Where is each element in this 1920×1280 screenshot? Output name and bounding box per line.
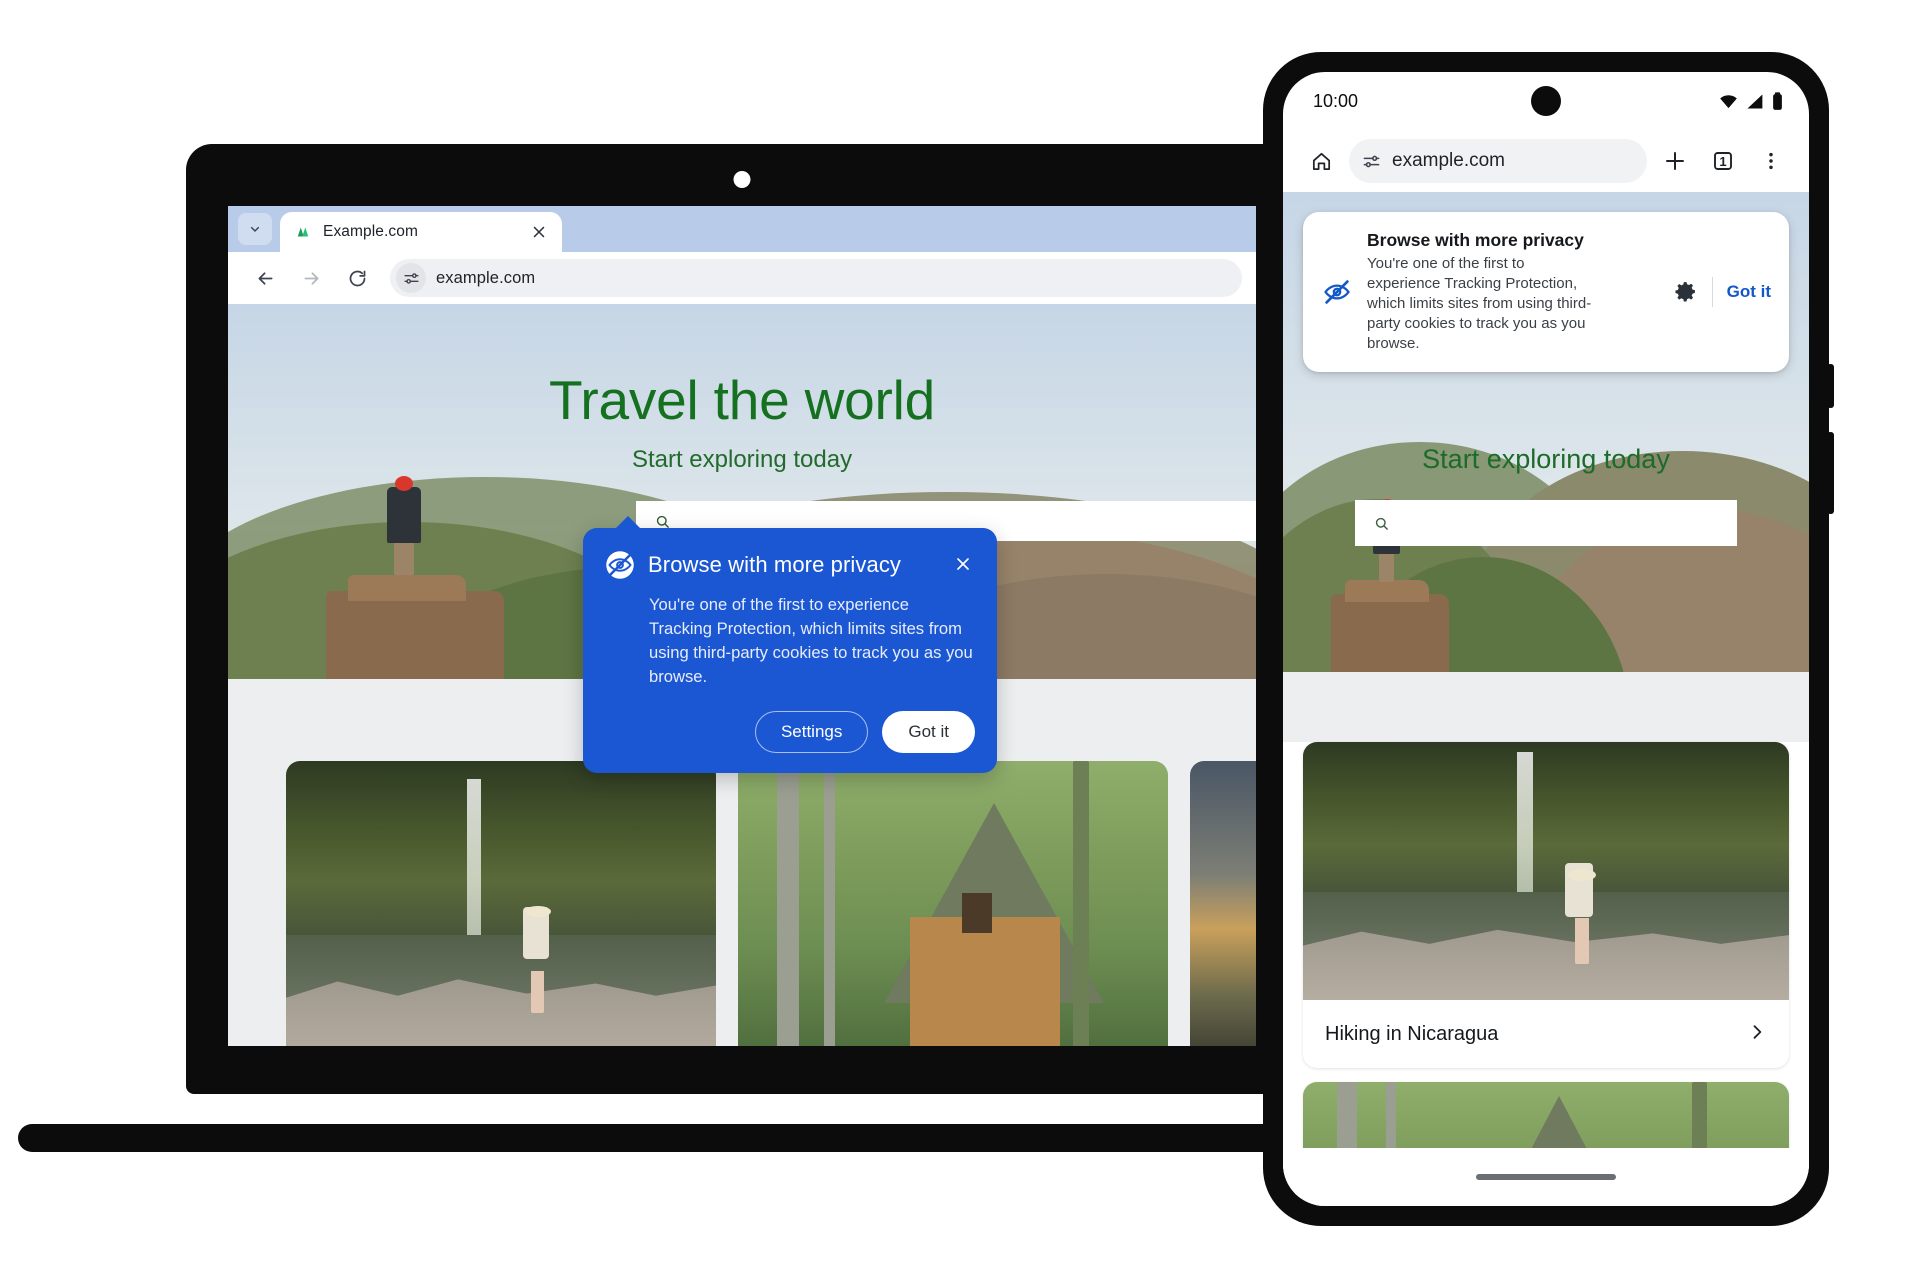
laptop-camera-icon [733, 171, 751, 188]
dialog-body: You're one of the first to experience Tr… [649, 595, 973, 686]
tab-search-chevron-down-icon[interactable] [238, 213, 272, 245]
cellular-signal-icon [1747, 94, 1763, 108]
phone-status-bar: 10:00 [1283, 72, 1809, 130]
destination-card[interactable] [738, 761, 1168, 1046]
phone-section-divider [1283, 672, 1809, 742]
screenshot-root: Example.com example.com Travel the world… [0, 0, 1920, 1280]
browser-toolbar: example.com [228, 252, 1256, 304]
laptop-device: Example.com example.com Travel the world… [18, 144, 1808, 1152]
tune-site-settings-icon[interactable] [1362, 152, 1381, 171]
phone-dialog-body: You're one of the first to experience Tr… [1367, 255, 1592, 352]
phone-browser-toolbar: example.com 1 [1283, 130, 1809, 192]
phone-screen: 10:00 example.com 1 Start exploring toda… [1283, 72, 1809, 1206]
dialog-title: Browse with more privacy [648, 552, 902, 577]
site-favicon [294, 223, 312, 241]
wifi-icon [1720, 94, 1737, 108]
close-tab-icon[interactable] [530, 223, 548, 241]
overflow-menu-icon[interactable] [1751, 141, 1791, 181]
phone-dialog-title: Browse with more privacy [1367, 230, 1584, 250]
tracking-protection-dialog: Browse with more privacy You're one of t… [583, 516, 997, 773]
phone-card-label: Hiking in Nicaragua [1325, 1022, 1499, 1045]
chevron-right-icon[interactable] [1747, 1022, 1767, 1047]
browser-tabstrip: Example.com [228, 206, 1256, 252]
phone-hero-foreground [1283, 452, 1809, 672]
phone-device: 10:00 example.com 1 Start exploring toda… [1263, 52, 1834, 1226]
tab-title: Example.com [323, 223, 418, 240]
page-subtitle: Start exploring today [631, 446, 853, 473]
phone-tracking-protection-card: Browse with more privacy You're one of t… [1303, 212, 1789, 372]
page-title: Travel the world [548, 369, 936, 431]
phone-page-subtitle: Start exploring today [1422, 444, 1670, 474]
browser-tab[interactable]: Example.com [280, 212, 562, 252]
status-time: 10:00 [1313, 90, 1359, 111]
phone-destination-card[interactable]: Hiking in Nicaragua [1303, 742, 1789, 1068]
forward-arrow-icon[interactable] [290, 257, 332, 299]
search-icon [1375, 517, 1388, 530]
settings-button[interactable]: Settings [754, 710, 869, 753]
front-camera-icon [1531, 86, 1561, 116]
phone-site-search-input[interactable] [1355, 500, 1737, 546]
waterfall-hiker-image [1303, 742, 1789, 1000]
phone-address-bar-url: example.com [1392, 150, 1505, 171]
new-tab-plus-icon[interactable] [1655, 141, 1695, 181]
gear-icon[interactable] [1673, 279, 1698, 304]
laptop-screen: Example.com example.com Travel the world… [228, 206, 1256, 1046]
tune-site-settings-icon[interactable] [396, 263, 426, 293]
back-arrow-icon[interactable] [244, 257, 286, 299]
phone-got-it-button[interactable]: Got it [1727, 282, 1771, 302]
battery-icon [1773, 91, 1782, 110]
search-icon [656, 515, 669, 528]
home-gesture-pill[interactable] [1476, 1174, 1616, 1180]
phone-volume-button[interactable] [1827, 432, 1834, 514]
eye-crossed-privacy-icon [605, 550, 635, 580]
divider [1711, 276, 1713, 307]
address-bar-url: example.com [436, 268, 536, 287]
home-icon[interactable] [1301, 141, 1341, 181]
destination-card[interactable] [286, 761, 716, 1046]
phone-gesture-navbar [1283, 1148, 1809, 1206]
tab-count: 1 [1719, 153, 1727, 169]
got-it-button[interactable]: Got it [882, 710, 975, 753]
close-icon[interactable] [953, 554, 975, 576]
eye-crossed-privacy-icon [1317, 276, 1357, 308]
tab-switcher-button[interactable]: 1 [1703, 141, 1743, 181]
phone-power-button[interactable] [1827, 364, 1834, 408]
destination-card-row [228, 761, 1256, 1046]
address-bar[interactable]: example.com [390, 259, 1242, 297]
phone-address-bar[interactable]: example.com [1349, 139, 1647, 183]
reload-icon[interactable] [336, 257, 378, 299]
destination-card[interactable] [1190, 761, 1256, 1046]
